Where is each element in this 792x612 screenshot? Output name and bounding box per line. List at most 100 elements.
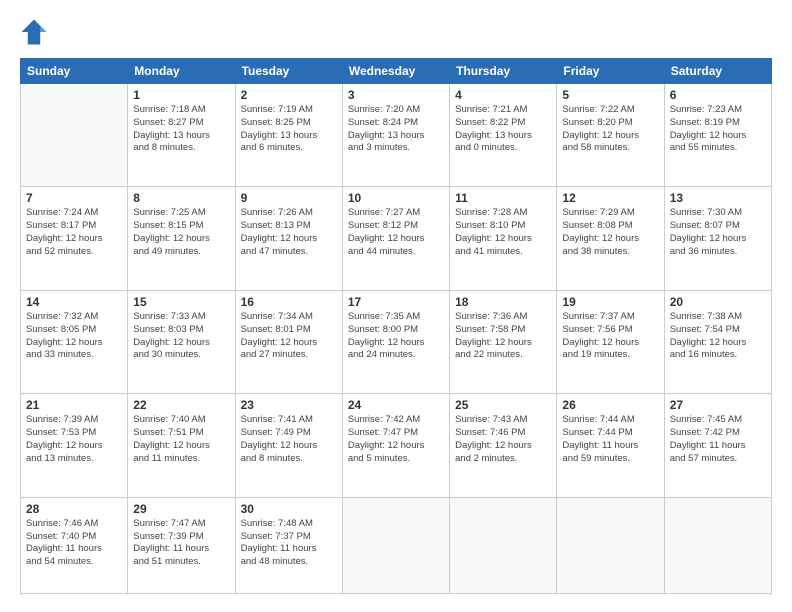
calendar-table: SundayMondayTuesdayWednesdayThursdayFrid… [20, 58, 772, 594]
day-number: 15 [133, 295, 229, 309]
day-info: Sunrise: 7:36 AM Sunset: 7:58 PM Dayligh… [455, 311, 551, 362]
calendar-cell [557, 497, 664, 593]
calendar-cell [450, 497, 557, 593]
day-header-thursday: Thursday [450, 59, 557, 84]
day-info: Sunrise: 7:40 AM Sunset: 7:51 PM Dayligh… [133, 414, 229, 465]
day-number: 5 [562, 88, 658, 102]
day-number: 17 [348, 295, 444, 309]
day-header-wednesday: Wednesday [342, 59, 449, 84]
calendar-cell: 22 Sunrise: 7:40 AM Sunset: 7:51 PM Dayli… [128, 394, 235, 497]
calendar-cell: 10 Sunrise: 7:27 AM Sunset: 8:12 PM Dayli… [342, 187, 449, 290]
calendar-cell [342, 497, 449, 593]
week-row-5: 28 Sunrise: 7:46 AM Sunset: 7:40 PM Dayli… [21, 497, 772, 593]
day-info: Sunrise: 7:41 AM Sunset: 7:49 PM Dayligh… [241, 414, 337, 465]
calendar-cell: 8 Sunrise: 7:25 AM Sunset: 8:15 PM Daylig… [128, 187, 235, 290]
calendar-cell: 1 Sunrise: 7:18 AM Sunset: 8:27 PM Daylig… [128, 84, 235, 187]
day-header-saturday: Saturday [664, 59, 771, 84]
day-number: 29 [133, 502, 229, 516]
day-number: 3 [348, 88, 444, 102]
day-info: Sunrise: 7:37 AM Sunset: 7:56 PM Dayligh… [562, 311, 658, 362]
logo [20, 18, 52, 46]
day-number: 1 [133, 88, 229, 102]
calendar-cell: 3 Sunrise: 7:20 AM Sunset: 8:24 PM Daylig… [342, 84, 449, 187]
calendar-cell: 17 Sunrise: 7:35 AM Sunset: 8:00 PM Dayli… [342, 290, 449, 393]
day-info: Sunrise: 7:45 AM Sunset: 7:42 PM Dayligh… [670, 414, 766, 465]
calendar-cell: 19 Sunrise: 7:37 AM Sunset: 7:56 PM Dayli… [557, 290, 664, 393]
calendar-cell: 12 Sunrise: 7:29 AM Sunset: 8:08 PM Dayli… [557, 187, 664, 290]
calendar-cell: 16 Sunrise: 7:34 AM Sunset: 8:01 PM Dayli… [235, 290, 342, 393]
day-info: Sunrise: 7:26 AM Sunset: 8:13 PM Dayligh… [241, 207, 337, 258]
header-row: SundayMondayTuesdayWednesdayThursdayFrid… [21, 59, 772, 84]
day-number: 28 [26, 502, 122, 516]
day-header-monday: Monday [128, 59, 235, 84]
day-info: Sunrise: 7:39 AM Sunset: 7:53 PM Dayligh… [26, 414, 122, 465]
day-info: Sunrise: 7:20 AM Sunset: 8:24 PM Dayligh… [348, 104, 444, 155]
day-info: Sunrise: 7:18 AM Sunset: 8:27 PM Dayligh… [133, 104, 229, 155]
day-number: 20 [670, 295, 766, 309]
day-number: 7 [26, 191, 122, 205]
calendar-cell: 6 Sunrise: 7:23 AM Sunset: 8:19 PM Daylig… [664, 84, 771, 187]
calendar-cell: 9Sunrise: 7:26 AM Sunset: 8:13 PM Daylig… [235, 187, 342, 290]
day-info: Sunrise: 7:46 AM Sunset: 7:40 PM Dayligh… [26, 518, 122, 569]
day-number: 21 [26, 398, 122, 412]
day-info: Sunrise: 7:48 AM Sunset: 7:37 PM Dayligh… [241, 518, 337, 569]
day-number: 16 [241, 295, 337, 309]
logo-icon [20, 18, 48, 46]
day-info: Sunrise: 7:21 AM Sunset: 8:22 PM Dayligh… [455, 104, 551, 155]
calendar-cell: 23 Sunrise: 7:41 AM Sunset: 7:49 PM Dayli… [235, 394, 342, 497]
day-info: Sunrise: 7:19 AM Sunset: 8:25 PM Dayligh… [241, 104, 337, 155]
calendar-cell: 25Sunrise: 7:43 AM Sunset: 7:46 PM Dayli… [450, 394, 557, 497]
day-info: Sunrise: 7:34 AM Sunset: 8:01 PM Dayligh… [241, 311, 337, 362]
calendar-cell: 29 Sunrise: 7:47 AM Sunset: 7:39 PM Dayli… [128, 497, 235, 593]
calendar-cell: 15 Sunrise: 7:33 AM Sunset: 8:03 PM Dayli… [128, 290, 235, 393]
day-number: 11 [455, 191, 551, 205]
day-number: 4 [455, 88, 551, 102]
calendar-cell: 5 Sunrise: 7:22 AM Sunset: 8:20 PM Daylig… [557, 84, 664, 187]
day-number: 27 [670, 398, 766, 412]
day-info: Sunrise: 7:29 AM Sunset: 8:08 PM Dayligh… [562, 207, 658, 258]
week-row-2: 7Sunrise: 7:24 AM Sunset: 8:17 PM Daylig… [21, 187, 772, 290]
calendar-cell: 4 Sunrise: 7:21 AM Sunset: 8:22 PM Daylig… [450, 84, 557, 187]
calendar-cell: 26 Sunrise: 7:44 AM Sunset: 7:44 PM Dayli… [557, 394, 664, 497]
day-number: 22 [133, 398, 229, 412]
header [20, 18, 772, 46]
calendar-cell: 21 Sunrise: 7:39 AM Sunset: 7:53 PM Dayli… [21, 394, 128, 497]
day-info: Sunrise: 7:25 AM Sunset: 8:15 PM Dayligh… [133, 207, 229, 258]
day-number: 13 [670, 191, 766, 205]
day-header-friday: Friday [557, 59, 664, 84]
week-row-4: 21 Sunrise: 7:39 AM Sunset: 7:53 PM Dayli… [21, 394, 772, 497]
day-number: 8 [133, 191, 229, 205]
calendar-cell: 20Sunrise: 7:38 AM Sunset: 7:54 PM Dayli… [664, 290, 771, 393]
day-number: 24 [348, 398, 444, 412]
calendar-cell: 28 Sunrise: 7:46 AM Sunset: 7:40 PM Dayli… [21, 497, 128, 593]
calendar-cell: 7Sunrise: 7:24 AM Sunset: 8:17 PM Daylig… [21, 187, 128, 290]
day-number: 14 [26, 295, 122, 309]
day-info: Sunrise: 7:28 AM Sunset: 8:10 PM Dayligh… [455, 207, 551, 258]
day-info: Sunrise: 7:32 AM Sunset: 8:05 PM Dayligh… [26, 311, 122, 362]
day-number: 6 [670, 88, 766, 102]
day-number: 26 [562, 398, 658, 412]
day-number: 19 [562, 295, 658, 309]
day-info: Sunrise: 7:23 AM Sunset: 8:19 PM Dayligh… [670, 104, 766, 155]
day-info: Sunrise: 7:22 AM Sunset: 8:20 PM Dayligh… [562, 104, 658, 155]
day-info: Sunrise: 7:44 AM Sunset: 7:44 PM Dayligh… [562, 414, 658, 465]
page: SundayMondayTuesdayWednesdayThursdayFrid… [0, 0, 792, 612]
day-info: Sunrise: 7:27 AM Sunset: 8:12 PM Dayligh… [348, 207, 444, 258]
day-info: Sunrise: 7:42 AM Sunset: 7:47 PM Dayligh… [348, 414, 444, 465]
day-info: Sunrise: 7:33 AM Sunset: 8:03 PM Dayligh… [133, 311, 229, 362]
day-number: 30 [241, 502, 337, 516]
day-info: Sunrise: 7:35 AM Sunset: 8:00 PM Dayligh… [348, 311, 444, 362]
day-header-tuesday: Tuesday [235, 59, 342, 84]
day-number: 2 [241, 88, 337, 102]
calendar-cell: 18 Sunrise: 7:36 AM Sunset: 7:58 PM Dayli… [450, 290, 557, 393]
day-number: 18 [455, 295, 551, 309]
week-row-1: 1 Sunrise: 7:18 AM Sunset: 8:27 PM Daylig… [21, 84, 772, 187]
day-number: 12 [562, 191, 658, 205]
day-info: Sunrise: 7:47 AM Sunset: 7:39 PM Dayligh… [133, 518, 229, 569]
day-info: Sunrise: 7:43 AM Sunset: 7:46 PM Dayligh… [455, 414, 551, 465]
day-number: 10 [348, 191, 444, 205]
day-number: 23 [241, 398, 337, 412]
calendar-cell [21, 84, 128, 187]
calendar-cell: 14 Sunrise: 7:32 AM Sunset: 8:05 PM Dayli… [21, 290, 128, 393]
calendar-cell: 2 Sunrise: 7:19 AM Sunset: 8:25 PM Daylig… [235, 84, 342, 187]
